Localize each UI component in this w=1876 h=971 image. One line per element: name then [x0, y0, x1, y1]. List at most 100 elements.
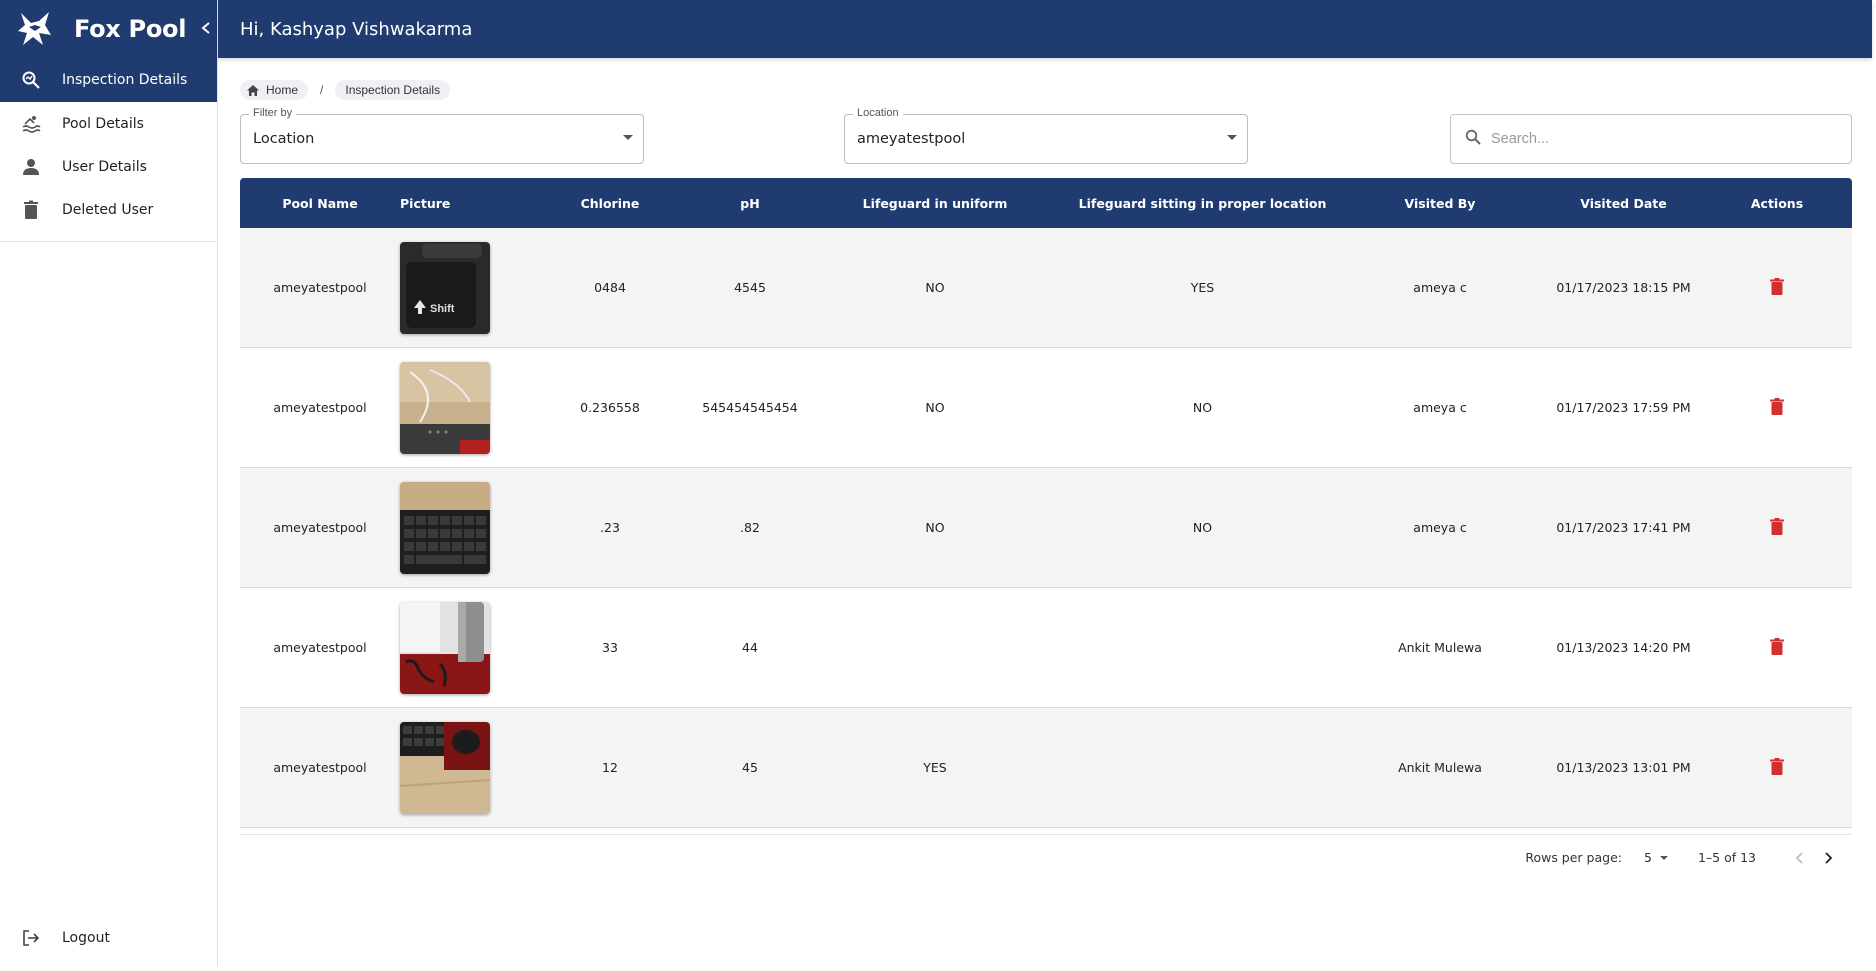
location-legend: Location: [853, 107, 903, 119]
ph-cell: 45: [742, 760, 758, 775]
sidebar-item-pool-details[interactable]: Pool Details: [0, 102, 217, 145]
col-picture[interactable]: Picture: [400, 196, 520, 211]
sidebar-item-user-details[interactable]: User Details: [0, 145, 217, 188]
visited-date-cell: 01/17/2023 18:15 PM: [1556, 280, 1691, 295]
visited-by-cell: Ankit Mulewa: [1398, 640, 1482, 655]
brand-header: Fox Pool: [0, 0, 217, 58]
breadcrumb-separator: /: [320, 83, 324, 97]
trash-icon: [20, 199, 42, 221]
location-value: ameyatestpool: [857, 131, 966, 147]
col-lifeguard-uniform[interactable]: Lifeguard in uniform: [800, 196, 1070, 211]
inspection-photo-thumbnail[interactable]: Shift: [400, 241, 490, 334]
visited-date-cell: 01/13/2023 14:20 PM: [1556, 640, 1691, 655]
delete-icon[interactable]: [1770, 397, 1784, 415]
inspection-photo-thumbnail[interactable]: [400, 721, 490, 814]
sidebar-item-inspection-details[interactable]: Inspection Details: [0, 58, 217, 102]
picture-cell: [400, 721, 520, 814]
collapse-sidebar-chevron-icon[interactable]: [200, 19, 212, 40]
filter-by-legend: Filter by: [249, 107, 297, 119]
col-actions: Actions: [1750, 195, 1804, 211]
search-icon: [1465, 129, 1481, 150]
uniform-cell: YES: [923, 760, 947, 775]
main-content: Home / Inspection Details Filter by Loca…: [240, 58, 1852, 880]
delete-icon[interactable]: [1770, 757, 1784, 775]
person-icon: [20, 156, 42, 178]
filter-by-select[interactable]: Filter by Location: [240, 107, 644, 164]
fox-logo-icon: [14, 8, 56, 50]
logout-icon: [20, 927, 42, 949]
rows-per-page-label: Rows per page:: [1525, 850, 1622, 865]
actions-cell: [1702, 397, 1852, 418]
rows-per-page-value: 5: [1643, 850, 1652, 865]
logout-button[interactable]: Logout: [0, 916, 217, 960]
col-chlorine[interactable]: Chlorine: [520, 196, 700, 211]
visited-by-cell: ameya c: [1413, 280, 1467, 295]
sidebar-item-deleted-user[interactable]: Deleted User: [0, 188, 217, 231]
rows-per-page-select[interactable]: 5: [1644, 850, 1668, 865]
ph-cell: 44: [742, 640, 758, 655]
sidebar-item-label: Inspection Details: [62, 72, 188, 88]
chevron-right-icon: [1825, 851, 1833, 864]
visited-by-cell: ameya c: [1413, 400, 1467, 415]
next-page-button[interactable]: [1814, 843, 1844, 873]
sidebar-item-label: Deleted User: [62, 201, 154, 218]
table-row: ameyatestpool 12 45 YES Ankit Mulewa 01/…: [240, 708, 1852, 828]
ph-cell: .82: [740, 520, 760, 535]
home-icon: [246, 84, 260, 97]
filter-bar: Filter by Location Location ameyatestpoo…: [240, 107, 1852, 164]
dropdown-caret-icon: [1227, 135, 1237, 140]
app-name: Fox Pool: [74, 15, 187, 43]
breadcrumb-home[interactable]: Home: [240, 80, 309, 100]
inspection-table: Pool Name Picture Chlorine pH Lifeguard …: [240, 178, 1852, 880]
actions-cell: [1702, 517, 1852, 538]
col-lifeguard-location[interactable]: Lifeguard sitting in proper location: [1070, 196, 1335, 211]
breadcrumb-home-label: Home: [266, 83, 299, 97]
visited-date-cell: 01/17/2023 17:41 PM: [1556, 520, 1691, 535]
ph-cell: 4545: [734, 280, 766, 295]
table-row: ameyatestpool Shift 0484 4545 NO YES ame…: [240, 228, 1852, 348]
pool-name-cell: ameyatestpool: [273, 520, 367, 535]
dropdown-caret-icon: [1659, 855, 1668, 860]
greeting: Hi, Kashyap Vishwakarma: [240, 18, 473, 40]
chlorine-cell: 12: [602, 760, 618, 775]
pagination-range: 1–5 of 13: [1697, 850, 1756, 865]
sidebar-nav: Inspection Details Pool Details User Det…: [0, 58, 217, 242]
top-app-bar: Hi, Kashyap Vishwakarma: [218, 0, 1872, 58]
delete-icon[interactable]: [1770, 517, 1784, 535]
location-cell: YES: [1190, 280, 1215, 295]
delete-icon[interactable]: [1770, 637, 1784, 655]
table-row: ameyatestpool .23 .82 NO NO ameya c 01/1…: [240, 468, 1852, 588]
table-row: ameyatestpool 33 44 Ankit Mulewa 01/13/2…: [240, 588, 1852, 708]
actions-cell: [1702, 637, 1852, 658]
location-select[interactable]: Location ameyatestpool: [844, 107, 1248, 164]
chlorine-cell: 0.236558: [580, 400, 640, 415]
location-cell: NO: [1192, 400, 1213, 415]
uniform-cell: NO: [925, 280, 945, 295]
col-pool-name[interactable]: Pool Name: [240, 196, 400, 211]
previous-page-button[interactable]: [1784, 843, 1814, 873]
uniform-cell: NO: [925, 520, 945, 535]
picture-cell: Shift: [400, 241, 520, 334]
sidebar: Fox Pool Inspection Details Pool Details…: [0, 0, 218, 966]
actions-cell: [1702, 757, 1852, 778]
sidebar-item-label: Pool Details: [62, 115, 144, 132]
pool-name-cell: ameyatestpool: [273, 760, 367, 775]
actions-cell: [1702, 277, 1852, 298]
pool-name-cell: ameyatestpool: [273, 280, 367, 295]
col-visited-by[interactable]: Visited By: [1335, 196, 1545, 211]
chevron-left-icon: [1795, 851, 1803, 864]
visited-by-cell: Ankit Mulewa: [1398, 760, 1482, 775]
inspection-photo-thumbnail[interactable]: [400, 481, 490, 574]
pool-name-cell: ameyatestpool: [273, 640, 367, 655]
search-input[interactable]: [1491, 131, 1831, 147]
search-box: [1450, 114, 1852, 164]
logout-label: Logout: [62, 930, 110, 946]
inspection-photo-thumbnail[interactable]: [400, 601, 490, 694]
dropdown-caret-icon: [623, 135, 633, 140]
pagination: Rows per page: 5 1–5 of 13: [240, 834, 1852, 880]
col-visited-date[interactable]: Visited Date: [1545, 196, 1702, 211]
col-ph[interactable]: pH: [700, 196, 800, 211]
inspection-photo-thumbnail[interactable]: [400, 361, 490, 454]
delete-icon[interactable]: [1770, 277, 1784, 295]
filter-by-value: Location: [253, 131, 315, 147]
